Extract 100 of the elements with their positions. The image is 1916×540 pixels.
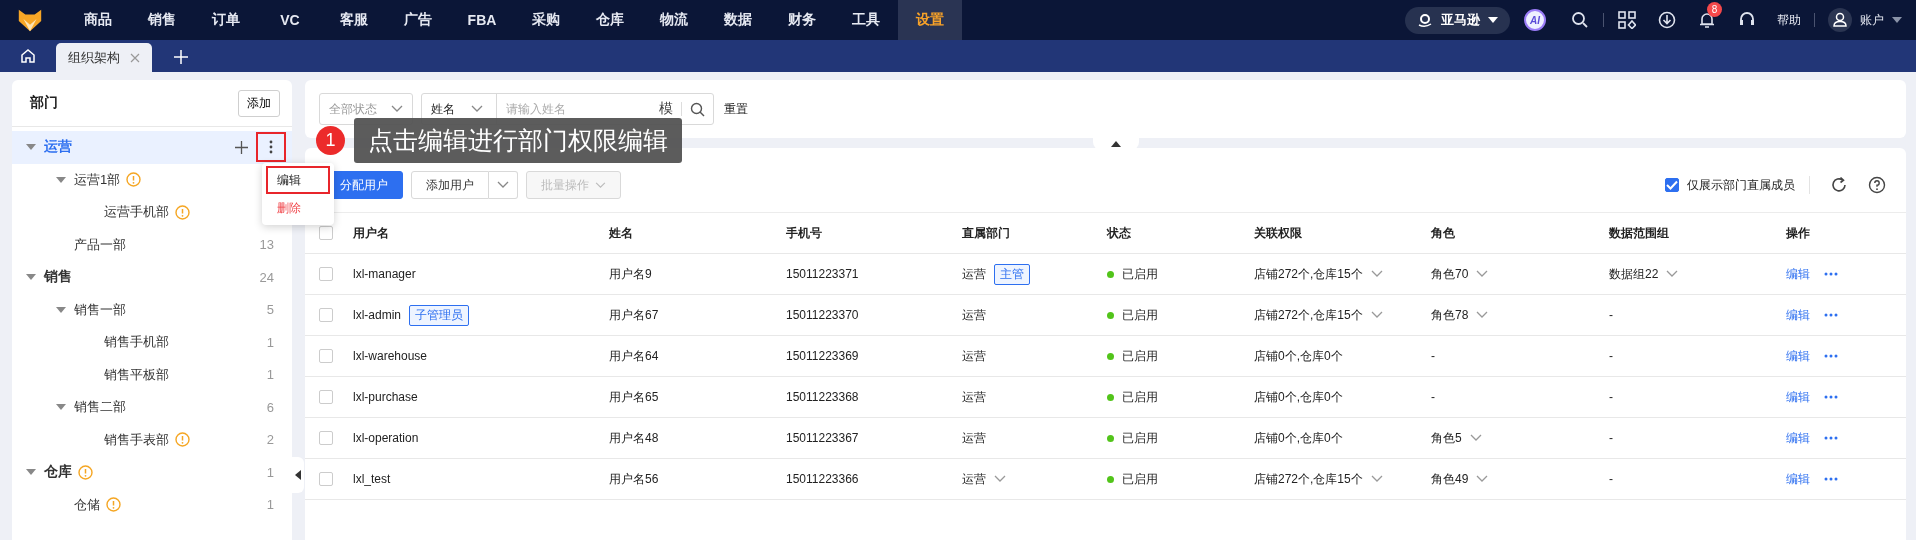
tooltip: 点击编辑进行部门权限编辑 xyxy=(354,118,682,163)
help-icon[interactable] xyxy=(1868,176,1886,194)
expand-caret-icon[interactable] xyxy=(56,305,66,314)
help-link[interactable]: 帮助 xyxy=(1777,11,1801,29)
nav-menu-item[interactable]: 设置 xyxy=(898,0,962,40)
row-checkbox[interactable] xyxy=(319,308,333,322)
more-options-button[interactable] xyxy=(256,132,286,163)
row-checkbox[interactable] xyxy=(319,349,333,363)
nav-menu-item[interactable]: 仓库 xyxy=(578,0,642,40)
department-tree-item[interactable]: 仓储 1 xyxy=(12,488,292,521)
chevron-down-icon[interactable] xyxy=(1370,311,1383,319)
department-tree-item[interactable]: 销售 24 xyxy=(12,261,292,294)
row-checkbox[interactable] xyxy=(319,390,333,404)
search-icon[interactable] xyxy=(1571,11,1589,29)
nav-menu-item[interactable]: 采购 xyxy=(514,0,578,40)
table-cell: 15011223368 xyxy=(786,390,859,404)
add-button[interactable]: 添加 xyxy=(238,89,280,117)
edit-link[interactable]: 编辑 xyxy=(1786,388,1810,406)
apps-grid-icon[interactable] xyxy=(1618,11,1636,29)
fuzzy-match-toggle[interactable]: 模 xyxy=(655,100,677,118)
collapse-handle[interactable] xyxy=(292,457,304,493)
edit-link[interactable]: 编辑 xyxy=(1786,306,1810,324)
chevron-down-icon[interactable] xyxy=(1476,270,1489,278)
table-cell: 15011223367 xyxy=(786,431,859,445)
row-checkbox[interactable] xyxy=(319,267,333,281)
menu-item[interactable]: 编辑 xyxy=(266,166,330,194)
download-icon[interactable] xyxy=(1658,11,1676,29)
add-icon[interactable] xyxy=(235,140,248,154)
department-tree-item[interactable]: 产品一部 13 xyxy=(12,228,292,261)
department-tree-item[interactable]: 销售手机部 1 xyxy=(12,326,292,359)
refresh-icon[interactable] xyxy=(1830,176,1848,194)
account-menu[interactable]: 账户 xyxy=(1860,11,1884,29)
ai-assistant-button[interactable]: AI xyxy=(1524,9,1546,31)
more-options-icon[interactable] xyxy=(1824,395,1838,399)
more-options-icon[interactable] xyxy=(1824,436,1838,440)
bell-icon[interactable] xyxy=(1698,11,1716,29)
column-header: 直属部门 xyxy=(962,224,1011,242)
expand-caret-icon[interactable] xyxy=(56,175,66,184)
edit-link[interactable]: 编辑 xyxy=(1786,429,1810,447)
page-tab[interactable]: 组织架构 xyxy=(56,43,152,72)
nav-menu-item[interactable]: 物流 xyxy=(642,0,706,40)
department-tree-item[interactable]: 运营手机部 xyxy=(12,196,190,229)
table-cell: 已启用 xyxy=(1122,388,1158,406)
edit-link[interactable]: 编辑 xyxy=(1786,265,1810,283)
nav-menu-item[interactable]: 销售 xyxy=(130,0,194,40)
caret-down-icon xyxy=(1488,16,1498,24)
nav-menu-item[interactable]: VC xyxy=(258,0,322,40)
close-icon[interactable] xyxy=(130,52,140,63)
table-cell: - xyxy=(1609,349,1613,363)
select-all-checkbox[interactable] xyxy=(319,226,333,240)
home-icon[interactable] xyxy=(20,48,36,64)
department-tree-item[interactable]: 销售手表部 2 xyxy=(12,423,292,456)
member-count: 24 xyxy=(259,269,274,285)
chevron-down-icon[interactable] xyxy=(1476,311,1489,319)
more-options-icon[interactable] xyxy=(1824,313,1838,317)
member-count: 1 xyxy=(266,497,274,513)
nav-menu-item[interactable]: 客服 xyxy=(322,0,386,40)
chevron-down-icon[interactable] xyxy=(994,475,1006,483)
checkbox[interactable] xyxy=(1665,178,1679,192)
nav-menu-item[interactable]: 订单 xyxy=(194,0,258,40)
table-cell: - xyxy=(1609,308,1613,322)
more-options-icon[interactable] xyxy=(1824,354,1838,358)
department-tree-item[interactable]: 运营1部 xyxy=(12,163,142,196)
user-avatar-icon[interactable] xyxy=(1828,8,1852,32)
chevron-down-icon[interactable] xyxy=(1370,270,1383,278)
expand-caret-icon[interactable] xyxy=(26,468,36,477)
member-count: 1 xyxy=(266,334,274,350)
column-header: 姓名 xyxy=(609,224,634,242)
nav-menu-item[interactable]: 财务 xyxy=(770,0,834,40)
expand-caret-icon[interactable] xyxy=(26,273,36,282)
row-checkbox[interactable] xyxy=(319,431,333,445)
expand-caret-icon[interactable] xyxy=(56,403,66,412)
nav-menu-item[interactable]: 数据 xyxy=(706,0,770,40)
nav-menu-item[interactable]: 广告 xyxy=(386,0,450,40)
column-header: 角色 xyxy=(1431,224,1456,242)
department-tree-item[interactable]: 运营 xyxy=(12,131,292,164)
chevron-down-icon[interactable] xyxy=(1476,475,1489,483)
department-tree-item[interactable]: 销售一部 5 xyxy=(12,293,292,326)
nav-menu-item[interactable]: 商品 xyxy=(66,0,130,40)
search-icon[interactable] xyxy=(690,101,705,117)
row-checkbox[interactable] xyxy=(319,472,333,486)
reset-link[interactable]: 重置 xyxy=(724,100,748,118)
expand-caret-icon[interactable] xyxy=(26,143,36,152)
more-options-icon[interactable] xyxy=(1824,272,1838,276)
department-tree-item[interactable]: 销售二部 6 xyxy=(12,391,292,424)
chevron-down-icon[interactable] xyxy=(1666,270,1679,278)
nav-menu-item[interactable]: 工具 xyxy=(834,0,898,40)
add-tab-icon[interactable] xyxy=(174,50,188,64)
chevron-down-icon[interactable] xyxy=(1370,475,1383,483)
department-tree-item[interactable]: 仓库 1 xyxy=(12,456,292,489)
edit-link[interactable]: 编辑 xyxy=(1786,347,1810,365)
edit-link[interactable]: 编辑 xyxy=(1786,470,1810,488)
department-tree-item[interactable]: 销售平板部 1 xyxy=(12,358,292,391)
nav-menu-item[interactable]: FBA xyxy=(450,0,514,40)
table-cell: 用户名67 xyxy=(609,306,659,324)
add-user-button[interactable]: 添加用户 xyxy=(411,171,489,199)
store-selector[interactable]: 亚马逊 xyxy=(1405,6,1510,34)
chevron-down-icon[interactable] xyxy=(1469,434,1482,442)
more-options-icon[interactable] xyxy=(1824,477,1838,481)
status-dot-icon xyxy=(1107,352,1114,360)
